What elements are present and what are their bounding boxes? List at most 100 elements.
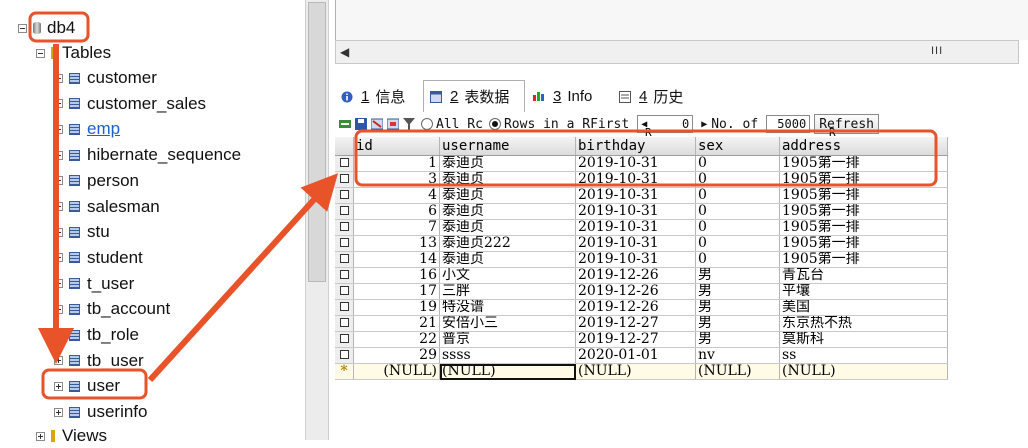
row-checkbox[interactable] [339, 318, 349, 327]
row-select[interactable] [335, 203, 354, 220]
cell-id[interactable]: 14 [353, 251, 440, 268]
tree-node-table-student[interactable]: student [54, 246, 143, 270]
cell-address[interactable]: 东京热不热 [779, 315, 948, 332]
cell-sex[interactable]: 0 [695, 171, 780, 188]
cell-address[interactable]: 1905第一排 [779, 171, 948, 188]
tree-node-table-stu[interactable]: stu [54, 220, 110, 244]
save-icon[interactable] [355, 118, 367, 130]
row-select[interactable] [335, 219, 354, 236]
collapse-icon[interactable] [36, 48, 45, 58]
tree-node-table-hibernate-sequence[interactable]: hibernate_sequence [54, 143, 241, 167]
tab-table-data[interactable]: 2 表数据 [423, 80, 525, 113]
cell-sex[interactable]: 男 [695, 283, 780, 300]
cell-id[interactable]: 16 [353, 267, 440, 284]
tree-node-table-customer[interactable]: customer [54, 66, 157, 90]
cell-birthday[interactable]: 2019-10-31 [575, 219, 696, 236]
row-select[interactable] [335, 299, 354, 316]
scroll-grip[interactable]: III [931, 45, 943, 57]
cell-id[interactable]: 13 [353, 235, 440, 252]
query-editor-area[interactable] [335, 0, 1028, 40]
row-select[interactable] [335, 331, 354, 348]
tree-node-views[interactable]: Views [36, 424, 107, 448]
column-header-birthday[interactable]: birthday [575, 137, 696, 156]
table-row[interactable]: 6 泰迪贞 2019-10-31 0 1905第一排 [335, 203, 948, 220]
row-select[interactable] [335, 187, 354, 204]
cell-address[interactable]: 1905第一排 [779, 203, 948, 220]
cell-username[interactable]: 泰迪贞 [439, 187, 576, 204]
table-row[interactable]: 22 普京 2019-12-27 男莫斯科 [335, 331, 948, 348]
table-row[interactable]: 13 泰迪贞222 2019-10-31 0 1905第一排 [335, 235, 948, 252]
cell-sex[interactable]: 男 [695, 331, 780, 348]
cell-birthday[interactable]: 2019-10-31 [575, 187, 696, 204]
row-checkbox[interactable] [339, 254, 349, 263]
cell-sex[interactable]: 0 [695, 219, 780, 236]
new-cell-id[interactable]: (NULL) [353, 363, 440, 380]
cell-id[interactable]: 19 [353, 299, 440, 316]
expand-icon[interactable] [54, 279, 63, 289]
expand-icon[interactable] [54, 99, 63, 109]
cell-username[interactable]: 泰迪贞 [439, 171, 576, 188]
cell-id[interactable]: 7 [353, 219, 440, 236]
cell-username[interactable]: 小文 [439, 267, 576, 284]
cell-birthday[interactable]: 2019-10-31 [575, 171, 696, 188]
tree-node-table-emp[interactable]: emp [54, 117, 120, 141]
expand-icon[interactable] [54, 124, 63, 134]
cell-username[interactable]: 泰迪贞 [439, 251, 576, 268]
expand-icon[interactable] [36, 431, 45, 441]
cell-sex[interactable]: 0 [695, 251, 780, 268]
cell-birthday[interactable]: 2020-01-01 [575, 347, 696, 364]
cell-address[interactable]: ss [779, 347, 948, 364]
expand-icon[interactable] [54, 202, 63, 211]
cell-id[interactable]: 17 [353, 283, 440, 300]
cell-sex[interactable]: 0 [695, 203, 780, 220]
expand-icon[interactable] [54, 73, 63, 83]
horizontal-scrollbar[interactable]: ◀ III [335, 40, 1019, 64]
cell-birthday[interactable]: 2019-10-31 [575, 235, 696, 252]
cell-address[interactable]: 美国 [779, 299, 948, 316]
expand-icon[interactable] [54, 176, 63, 186]
expand-icon[interactable] [54, 150, 63, 160]
expand-icon[interactable] [54, 253, 63, 263]
cell-sex[interactable]: nv [695, 347, 780, 364]
expand-icon[interactable] [54, 381, 63, 391]
cell-sex[interactable]: 男 [695, 315, 780, 332]
row-checkbox[interactable] [339, 270, 349, 279]
table-row[interactable]: 7 泰迪贞 2019-10-31 0 1905第一排 [335, 219, 948, 236]
row-checkbox[interactable] [339, 222, 349, 231]
row-checkbox[interactable] [339, 190, 349, 199]
table-row[interactable]: 16 小文 2019-12-26 男青瓦台 [335, 267, 948, 284]
next-page-icon[interactable]: ▶ [701, 119, 707, 130]
tree-node-table-tb-account[interactable]: tb_account [54, 297, 170, 321]
new-row-marker[interactable]: * [335, 363, 354, 380]
new-cell-birthday[interactable]: (NULL) [575, 363, 696, 380]
row-checkbox[interactable] [339, 174, 349, 183]
table-row[interactable]: 14 泰迪贞 2019-10-31 0 1905第一排 [335, 251, 948, 268]
cell-birthday[interactable]: 2019-12-26 [575, 267, 696, 284]
row-select[interactable] [335, 283, 354, 300]
row-select[interactable] [335, 235, 354, 252]
tab-history[interactable]: 4 历史 [613, 82, 683, 111]
delete-row-icon[interactable] [371, 118, 383, 130]
table-row[interactable]: 3 泰迪贞 2019-10-31 0 1905第一排 [335, 171, 948, 188]
cell-username[interactable]: 泰迪贞 [439, 219, 576, 236]
cell-birthday[interactable]: 2019-10-31 [575, 203, 696, 220]
row-checkbox[interactable] [339, 302, 349, 311]
cell-birthday[interactable]: 2019-10-31 [575, 155, 696, 172]
row-select[interactable] [335, 251, 354, 268]
refresh-row-icon[interactable] [387, 118, 399, 130]
cell-username[interactable]: 特没谱 [439, 299, 576, 316]
cell-address[interactable]: 1905第一排 [779, 235, 948, 252]
tree-node-table-person[interactable]: person [54, 169, 139, 193]
tree-node-tables[interactable]: Tables [36, 41, 111, 65]
tree-node-table-user[interactable]: user [54, 374, 120, 398]
cell-username[interactable]: 普京 [439, 331, 576, 348]
row-select[interactable] [335, 171, 354, 188]
expand-icon[interactable] [54, 330, 63, 340]
tree-node-table-salesman[interactable]: salesman [54, 195, 160, 219]
insert-row-icon[interactable] [339, 118, 351, 130]
row-checkbox[interactable] [339, 334, 349, 343]
expand-icon[interactable] [54, 407, 63, 417]
row-select[interactable] [335, 155, 354, 172]
column-header-username[interactable]: username [439, 137, 576, 156]
cell-sex[interactable]: 男 [695, 267, 780, 284]
